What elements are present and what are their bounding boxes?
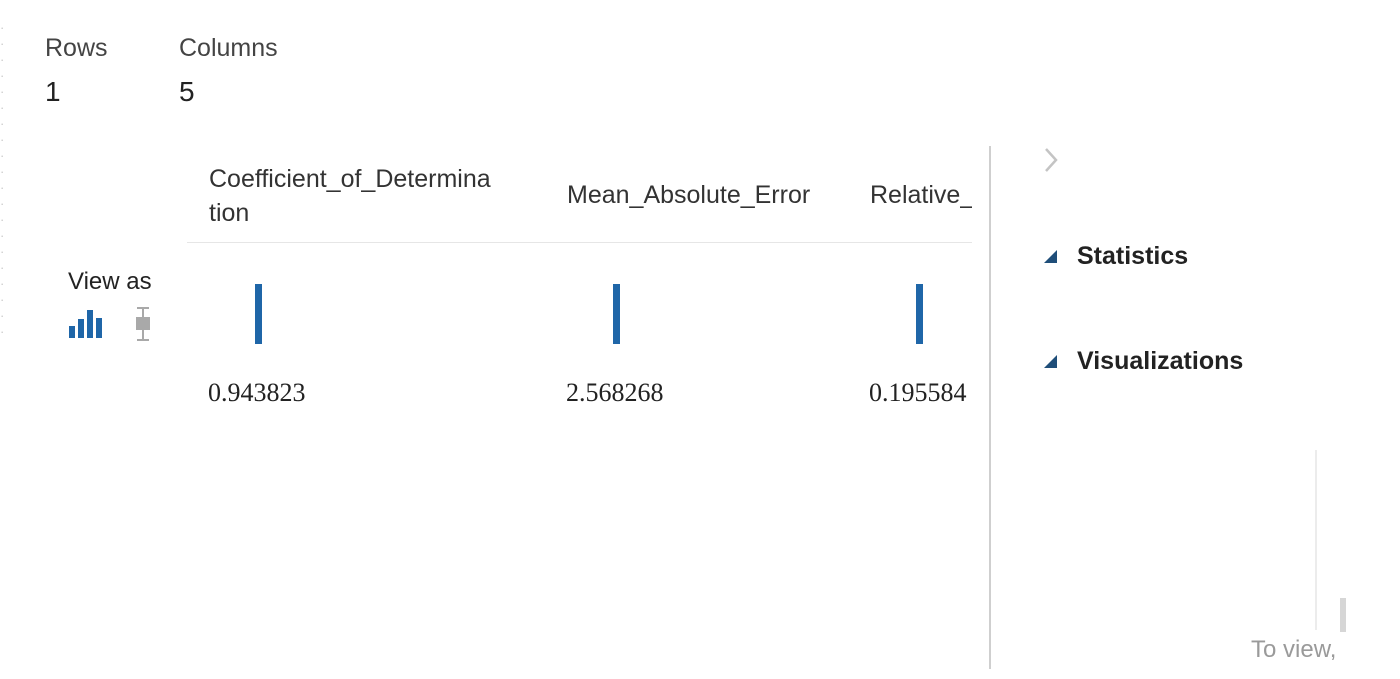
- column-histogram-bar[interactable]: [613, 284, 620, 344]
- table-header-row: Coefficient_of_Determina tion Mean_Absol…: [187, 150, 972, 244]
- columns-value: 5: [179, 76, 195, 107]
- column-header-mean-absolute-error[interactable]: Mean_Absolute_Error: [567, 178, 847, 212]
- panel-divider: [989, 146, 991, 669]
- column-histogram-bar[interactable]: [255, 284, 262, 344]
- statistics-title: Statistics: [1077, 242, 1189, 270]
- scrollbar-thumb[interactable]: [1340, 598, 1346, 632]
- view-hint-text: To view,: [1251, 636, 1337, 663]
- column-header-coefficient-of-determination[interactable]: Coefficient_of_Determina tion: [209, 162, 529, 230]
- cell-relative[interactable]: 0.195584: [869, 378, 972, 408]
- histogram-icon[interactable]: [68, 306, 108, 340]
- cell-mean-absolute-error[interactable]: 2.568268: [566, 378, 766, 408]
- columns-label: Columns: [179, 34, 278, 62]
- scrollbar-track[interactable]: [1315, 450, 1317, 630]
- cell-coefficient-of-determination[interactable]: 0.943823: [208, 378, 408, 408]
- collapse-triangle-icon: [1044, 250, 1057, 263]
- header-divider: [187, 242, 972, 243]
- rows-value: 1: [45, 76, 61, 107]
- chevron-right-icon[interactable]: [1040, 146, 1062, 174]
- rows-label: Rows: [45, 34, 108, 62]
- view-as-label: View as: [68, 268, 152, 295]
- boxplot-icon[interactable]: [131, 306, 155, 342]
- column-histogram-bar[interactable]: [916, 284, 923, 344]
- collapse-triangle-icon: [1044, 355, 1057, 368]
- column-header-relative[interactable]: Relative_: [870, 178, 972, 212]
- visualizations-section-header[interactable]: Visualizations: [1044, 345, 1304, 379]
- visualizations-title: Visualizations: [1077, 347, 1244, 375]
- left-edge-faded-text: · · · · · · · · · · · · · · · · · · · ·: [0, 20, 5, 339]
- statistics-section-header[interactable]: Statistics: [1044, 240, 1304, 274]
